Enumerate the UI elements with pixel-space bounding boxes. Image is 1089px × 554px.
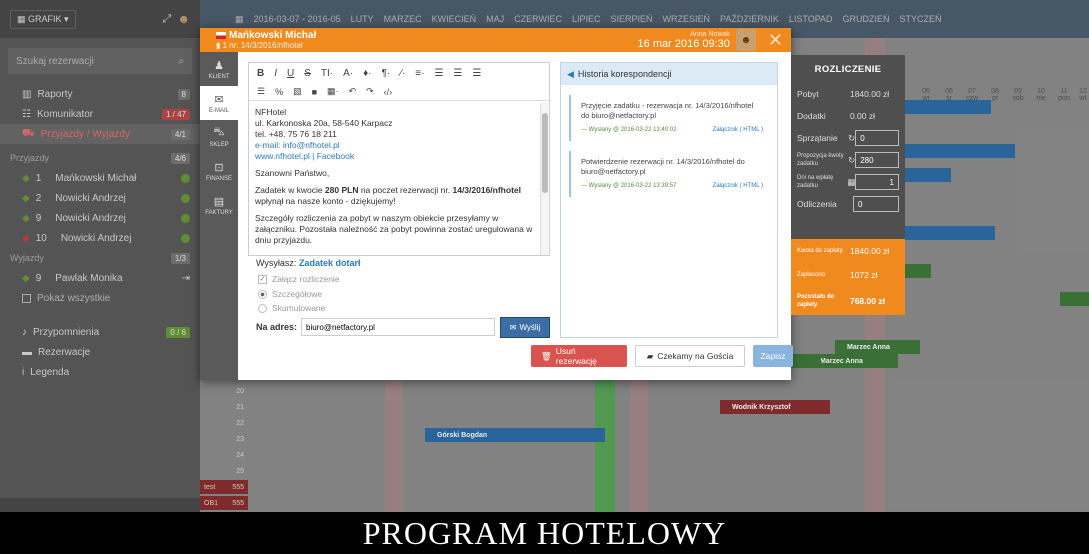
- detailed-option[interactable]: Szczegółowe: [258, 289, 322, 299]
- modal-nav: ♟ KLIENT ✉ E-MAIL ⛍ SKLEP ⊡ FINANSE ▤ FAKTURY: [200, 52, 238, 380]
- attachment-link[interactable]: Załącznik ( HTML ): [713, 181, 763, 191]
- deductions-row: Odliczenia 0: [791, 193, 905, 215]
- detailed-radio[interactable]: [258, 289, 267, 299]
- flag-icon: [216, 31, 226, 39]
- sending-template: Wysyłasz: Zadatek dotarł: [256, 258, 361, 268]
- text-size-icon[interactable]: TI·: [321, 68, 333, 79]
- outdent-icon[interactable]: ☰: [257, 86, 265, 97]
- cleaning-input[interactable]: 0: [855, 130, 899, 146]
- underline-icon[interactable]: U: [287, 68, 294, 79]
- correspondence-history: ◀ Historia korespondencji Przyjęcie zadat…: [560, 62, 778, 338]
- megaphone-icon: ◀: [567, 68, 574, 79]
- table-icon[interactable]: ▦·: [327, 86, 339, 97]
- deposit-days-row: Dni na wpłatę zadatku ▦ 1: [791, 171, 905, 193]
- reservation-datetime: 16 mar 2016 09:30: [637, 37, 730, 50]
- address-row: Na adres:: [256, 318, 496, 336]
- tab-client[interactable]: ♟ KLIENT: [200, 52, 238, 86]
- send-button[interactable]: ✉ Wyślij: [500, 317, 550, 338]
- image-icon[interactable]: ▧: [293, 86, 302, 97]
- tab-finance[interactable]: ⊡ FINANSE: [200, 154, 238, 188]
- color-icon[interactable]: ♦·: [363, 68, 371, 79]
- calendar-icon[interactable]: ▦: [847, 177, 855, 188]
- font-icon[interactable]: A·: [343, 68, 353, 79]
- envelope-icon: ✉: [214, 93, 224, 106]
- unordered-list-icon[interactable]: ☰: [453, 68, 462, 79]
- editor-scrollbar[interactable]: [540, 103, 548, 255]
- money-icon: ⊡: [214, 161, 224, 174]
- user-icon: ♟: [214, 59, 224, 72]
- redo-icon[interactable]: ↷: [366, 86, 374, 97]
- reservation-number: 1 nr: 14/3/2016/nfhotel: [222, 41, 303, 50]
- tab-shop[interactable]: ⛍ SKLEP: [200, 120, 238, 154]
- cart-icon: ⛍: [213, 126, 225, 138]
- brush-icon[interactable]: ⁄·: [400, 68, 405, 79]
- deposit-input[interactable]: 280: [855, 152, 899, 168]
- invoice-icon: ▤: [213, 195, 225, 208]
- attach-checkbox[interactable]: ✓: [258, 274, 267, 284]
- user-name: Anna Nowak: [690, 30, 730, 38]
- trash-icon: 🗑: [541, 350, 552, 361]
- cleaning-row: Sprzątanie ↻ 0: [791, 127, 905, 149]
- refresh-icon[interactable]: ↻: [848, 155, 855, 166]
- close-icon[interactable]: ✕: [768, 30, 783, 51]
- deposit-proposal-row: Propozycja kwoty zadatku ↻ 280: [791, 149, 905, 171]
- envelope-icon: ✉: [509, 323, 517, 332]
- attach-settlement-option[interactable]: ✓ Załącz rozliczenie: [258, 274, 340, 284]
- book-icon: ▰: [646, 350, 654, 361]
- app-window: ▦ GRAFIK ▾ ⤢ ☻ Szukaj rezerwacji ⌕ ▥ Rapo…: [0, 0, 1089, 512]
- template-name[interactable]: Zadatek dotarł: [299, 258, 361, 268]
- modal-header: Mańkowski Michał ▮ 1 nr: 14/3/2016/nfhot…: [200, 28, 791, 52]
- editor-toolbar-2: ☰ % ▧ ■ ▦· ↶ ↷ ‹/›: [249, 83, 549, 101]
- payment-summary: Kwota do zapłaty 1840.00 zł Zapłacono 1072…: [791, 239, 905, 315]
- refresh-icon[interactable]: ↻: [848, 133, 855, 144]
- align-icon[interactable]: ≡·: [415, 68, 424, 79]
- summary-option[interactable]: Skumulowane: [258, 303, 325, 313]
- indent-icon[interactable]: ☰: [472, 68, 481, 79]
- editor-toolbar: B I U S TI· A· ♦· ¶· ⁄· ≡· ☰ ☰ ☰: [249, 63, 549, 83]
- video-icon[interactable]: ■: [312, 87, 317, 97]
- paid-row: Zapłacono 1072 zł: [797, 270, 878, 280]
- user-avatar: ☻: [735, 29, 756, 51]
- email-editor[interactable]: B I U S TI· A· ♦· ¶· ⁄· ≡· ☰ ☰ ☰ ☰ % ▧ ■…: [248, 62, 550, 256]
- code-icon[interactable]: ‹/›: [384, 87, 393, 97]
- extras-row: Dodatki 0.00 zł: [797, 111, 876, 121]
- undo-icon[interactable]: ↶: [349, 86, 357, 97]
- amount-due-row: Kwota do zapłaty 1840.00 zł: [797, 246, 890, 256]
- history-header: ◀ Historia korespondencji: [561, 63, 777, 85]
- remaining-row: Pozostało do zapłaty 768.00 zł: [797, 294, 885, 308]
- modal-actions: 🗑 Usuń rezerwację ▰ Czekamy na Gościa Zapi…: [531, 345, 793, 367]
- attachment-link[interactable]: Załącznik ( HTML ): [713, 125, 763, 135]
- italic-icon[interactable]: I: [274, 68, 277, 79]
- email-link[interactable]: e-mail: info@nfhotel.pl: [255, 140, 535, 151]
- deposit-days-input[interactable]: 1: [855, 174, 899, 190]
- save-button[interactable]: Zapisz: [753, 345, 793, 367]
- awaiting-guest-button[interactable]: ▰ Czekamy na Gościa: [635, 345, 745, 367]
- address-input[interactable]: [301, 318, 496, 336]
- summary-radio[interactable]: [258, 303, 267, 313]
- caption-banner: PROGRAM HOTELOWY: [0, 512, 1089, 554]
- tab-invoices[interactable]: ▤ FAKTURY: [200, 188, 238, 222]
- bold-icon[interactable]: B: [257, 68, 264, 79]
- guest-name: Mańkowski Michał: [229, 30, 317, 41]
- strikethrough-icon[interactable]: S: [304, 68, 311, 79]
- link-icon[interactable]: %: [275, 87, 283, 97]
- history-item[interactable]: Potwierdzenie rezerwacji nr. 14/3/2016/n…: [569, 151, 769, 197]
- ordered-list-icon[interactable]: ☰: [434, 68, 443, 79]
- paragraph-icon[interactable]: ¶·: [382, 68, 391, 79]
- delete-reservation-button[interactable]: 🗑 Usuń rezerwację: [531, 345, 627, 367]
- settlement-title: ROZLICZENIE: [814, 63, 882, 75]
- settlement-panel: ROZLICZENIE Pobyt 1840.00 zł Dodatki 0.00 …: [791, 55, 905, 315]
- bookmark-icon: ▮: [216, 41, 223, 50]
- stay-row: Pobyt 1840.00 zł: [797, 89, 890, 99]
- history-item[interactable]: Przyjęcie zadatku - rezerwacja nr. 14/3/…: [569, 95, 769, 141]
- deductions-input[interactable]: 0: [853, 196, 899, 212]
- reservation-modal: Mańkowski Michał ▮ 1 nr: 14/3/2016/nfhot…: [200, 28, 793, 380]
- email-body[interactable]: NFHotel ul. Karkonoska 20a, 58-540 Karpa…: [249, 101, 549, 255]
- tab-email[interactable]: ✉ E-MAIL: [200, 86, 238, 120]
- website-link[interactable]: www.nfhotel.pl | Facebook: [255, 151, 535, 162]
